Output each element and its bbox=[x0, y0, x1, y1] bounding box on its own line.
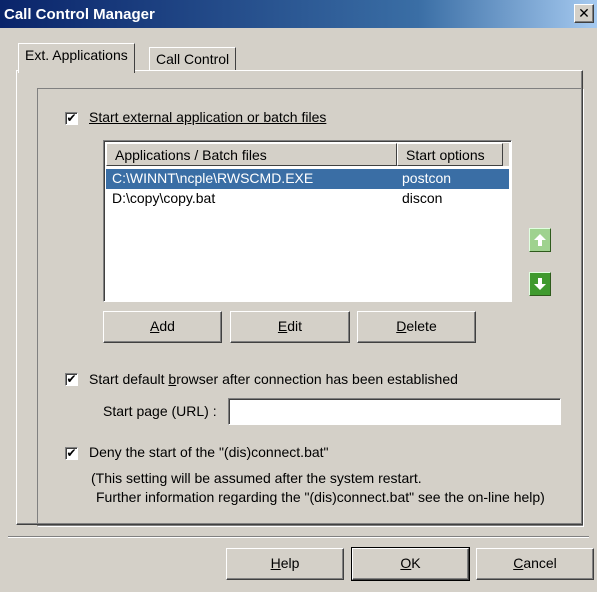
start-external-checkbox[interactable]: ✔ bbox=[65, 112, 78, 125]
column-header-start-options[interactable]: Start options bbox=[397, 143, 503, 166]
help-label: elp bbox=[280, 555, 300, 571]
tab-ext-applications[interactable]: Ext. Applications bbox=[18, 43, 135, 73]
add-button[interactable]: Add bbox=[103, 311, 222, 343]
start-external-label[interactable]: Start external application or batch file… bbox=[89, 109, 326, 125]
add-label: dd bbox=[159, 318, 175, 334]
separator bbox=[8, 537, 589, 538]
arrow-down-icon bbox=[534, 278, 546, 290]
list-header: Applications / Batch files Start options bbox=[106, 143, 509, 166]
start-browser-checkbox[interactable]: ✔ bbox=[65, 373, 78, 386]
tab-label: Call Control bbox=[156, 51, 230, 67]
edit-label: dit bbox=[287, 318, 303, 334]
tab-label: Ext. Applications bbox=[25, 47, 128, 63]
start-page-url-input[interactable] bbox=[228, 398, 561, 425]
edit-button[interactable]: Edit bbox=[230, 311, 350, 343]
column-header-applications[interactable]: Applications / Batch files bbox=[106, 143, 397, 166]
help-mnemonic: H bbox=[270, 555, 281, 571]
ok-button[interactable]: OK bbox=[351, 547, 470, 581]
start-browser-label-post: rowser after connection has been establi… bbox=[176, 371, 458, 387]
tab-call-control[interactable]: Call Control bbox=[149, 47, 237, 71]
list-item-file: C:\WINNT\ncple\RWSCMD.EXE bbox=[112, 170, 314, 186]
add-mnemonic: A bbox=[150, 318, 160, 334]
move-down-button[interactable] bbox=[529, 272, 551, 296]
checkmark-icon: ✔ bbox=[66, 446, 77, 460]
arrow-up-icon bbox=[534, 234, 546, 246]
list-item-option: discon bbox=[402, 190, 443, 206]
list-item[interactable]: C:\WINNT\ncple\RWSCMD.EXE postcon bbox=[106, 169, 509, 189]
deny-disconnect-checkbox[interactable]: ✔ bbox=[65, 447, 78, 460]
cancel-button[interactable]: Cancel bbox=[476, 548, 594, 580]
close-icon: ✕ bbox=[578, 5, 590, 21]
delete-label: elete bbox=[406, 318, 437, 334]
close-button[interactable]: ✕ bbox=[574, 4, 594, 23]
window-title: Call Control Manager bbox=[4, 5, 155, 23]
help-button[interactable]: Help bbox=[226, 548, 344, 580]
deny-disconnect-label[interactable]: Deny the start of the "(dis)connect.bat" bbox=[89, 444, 329, 460]
cancel-label: ancel bbox=[523, 555, 557, 571]
start-page-label: Start page (URL) : bbox=[103, 403, 217, 419]
start-browser-label[interactable]: Start default browser after connection h… bbox=[89, 371, 458, 387]
list-item-option: postcon bbox=[402, 170, 452, 186]
applications-list[interactable]: Applications / Batch files Start options… bbox=[103, 140, 512, 302]
ok-label: K bbox=[411, 555, 421, 571]
edit-mnemonic: E bbox=[277, 318, 288, 334]
title-bar: Call Control Manager ✕ bbox=[0, 0, 597, 28]
move-up-button[interactable] bbox=[529, 228, 551, 252]
delete-button[interactable]: Delete bbox=[357, 311, 476, 343]
list-item[interactable]: D:\copy\copy.bat discon bbox=[106, 189, 509, 209]
start-browser-label-pre: Start default bbox=[89, 371, 169, 387]
cancel-mnemonic: C bbox=[513, 555, 524, 571]
delete-mnemonic: D bbox=[396, 318, 407, 334]
list-item-file: D:\copy\copy.bat bbox=[112, 190, 216, 206]
ok-mnemonic: O bbox=[400, 555, 412, 571]
deny-note-line1: (This setting will be assumed after the … bbox=[91, 470, 422, 486]
checkmark-icon: ✔ bbox=[66, 111, 77, 125]
checkmark-icon: ✔ bbox=[66, 372, 77, 386]
deny-note-line2: Further information regarding the "(dis)… bbox=[96, 489, 545, 505]
